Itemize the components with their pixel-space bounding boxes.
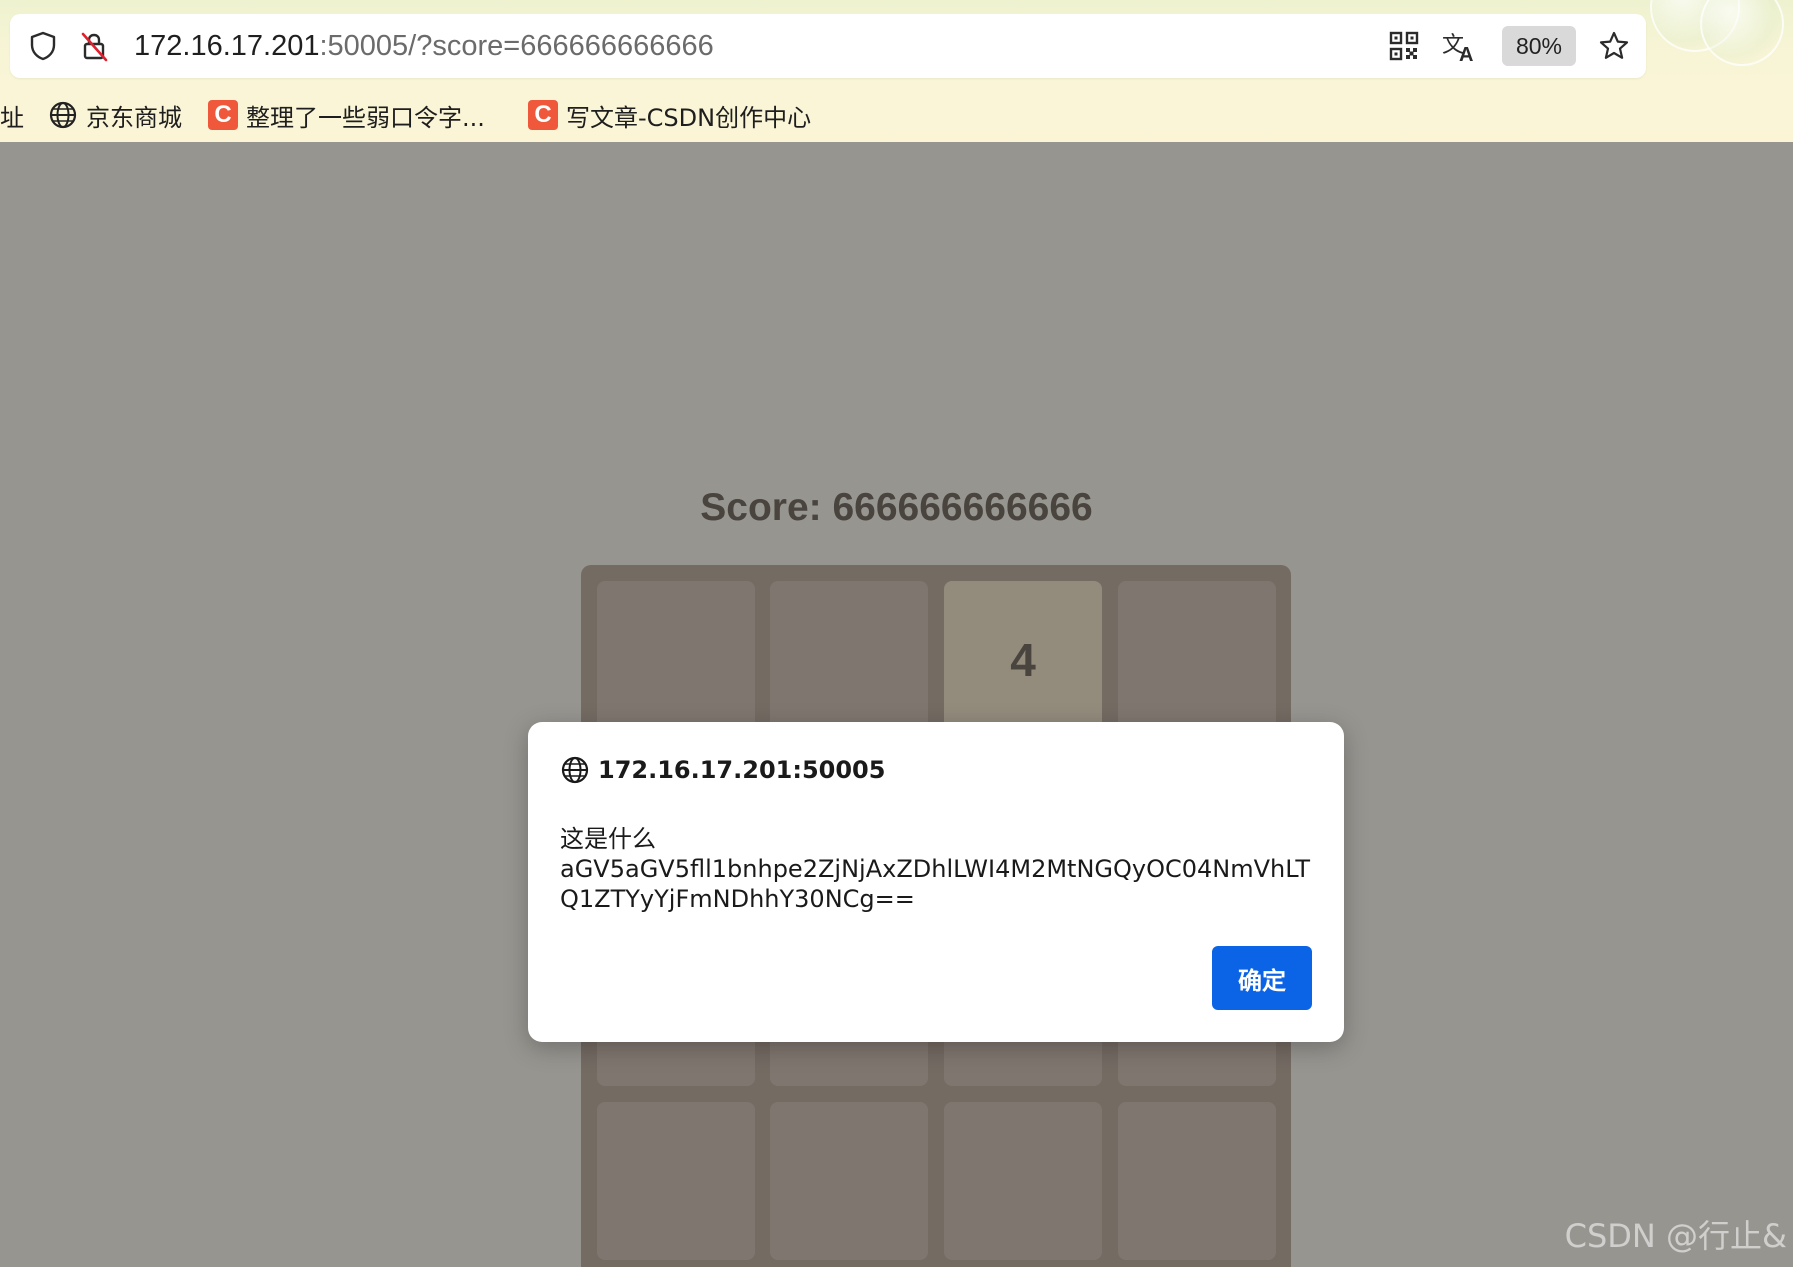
star-icon[interactable] — [1598, 30, 1630, 62]
globe-icon — [48, 100, 78, 130]
dialog-origin: 172.16.17.201:50005 — [560, 752, 885, 788]
bookmark-label: 写文章-CSDN创作中心 — [566, 103, 812, 132]
zoom-level-badge[interactable]: 80% — [1502, 26, 1576, 66]
browser-toolbar: 172.16.17.201:50005/?score=666666666666 … — [0, 0, 1793, 142]
translate-icon[interactable]: 文 A — [1442, 30, 1482, 66]
modal-backdrop — [0, 142, 1793, 1267]
bookmark-label: 整理了一些弱口令字... — [246, 103, 485, 132]
bookmark-item-jd[interactable]: 京东商城 — [48, 94, 182, 136]
csdn-watermark: CSDN @行止& — [1564, 1217, 1787, 1255]
ok-button[interactable]: 确定 — [1212, 946, 1312, 1010]
bookmarks-bar: 址 京东商城 C 整理了一些弱口令字... C 写文章-CSDN创作中心 — [0, 94, 1793, 136]
address-bar[interactable]: 172.16.17.201:50005/?score=666666666666 … — [10, 14, 1646, 78]
insecure-lock-icon[interactable] — [78, 30, 110, 62]
qr-code-icon[interactable] — [1388, 30, 1420, 62]
bookmark-item-weak-passwords[interactable]: C 整理了一些弱口令字... — [208, 94, 485, 136]
csdn-icon: C — [208, 100, 238, 130]
svg-text:A: A — [1459, 44, 1473, 62]
bookmark-label: 址 — [0, 103, 24, 132]
globe-icon — [560, 755, 590, 785]
bookmark-item[interactable]: 址 — [0, 94, 24, 136]
shield-icon[interactable] — [27, 30, 59, 62]
url-text[interactable]: 172.16.17.201:50005/?score=666666666666 — [134, 28, 714, 64]
url-path: :50005/?score=666666666666 — [319, 30, 714, 62]
dialog-message: 这是什么 aGV5aGV5fll1bnhpe2ZjNjAxZDhlLWI4M2M… — [560, 825, 1310, 913]
url-host: 172.16.17.201 — [134, 30, 320, 62]
theme-bubble-decoration — [1700, 0, 1784, 66]
bookmark-item-csdn-write[interactable]: C 写文章-CSDN创作中心 — [528, 94, 811, 136]
bookmark-label: 京东商城 — [86, 103, 182, 132]
dialog-origin-text: 172.16.17.201:50005 — [598, 756, 886, 784]
alert-dialog: 172.16.17.201:50005 这是什么 aGV5aGV5fll1bnh… — [528, 722, 1344, 1042]
csdn-icon: C — [528, 100, 558, 130]
